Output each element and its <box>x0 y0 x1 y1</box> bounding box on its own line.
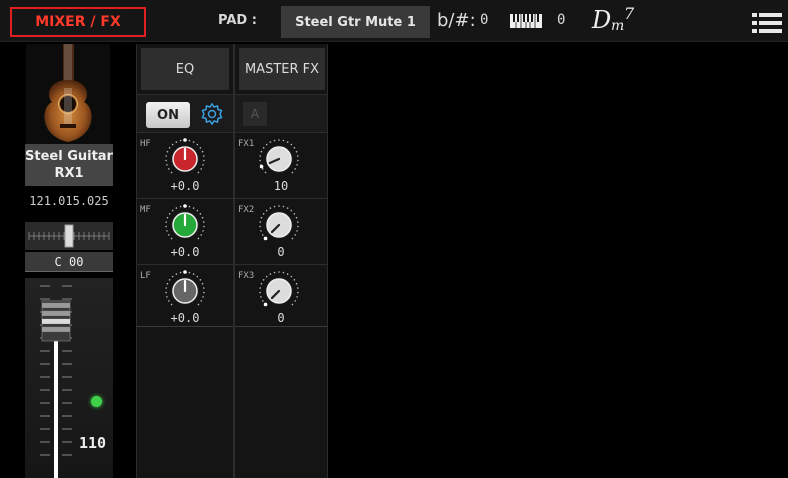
master-fx-panel: MASTER FX A FX1 10 FX2 0 FX3 0 <box>234 44 328 478</box>
eq-mf-label: MF <box>140 205 151 215</box>
volume-area: 110 <box>25 278 113 478</box>
eq-lf-cell: LF +0.0 <box>137 264 233 330</box>
pan-slider[interactable] <box>25 222 113 250</box>
fx-send-1-cell: FX1 10 <box>235 132 327 198</box>
eq-hf-knob[interactable] <box>163 135 207 179</box>
eq-hf-cell: HF +0.0 <box>137 132 233 198</box>
fx-send-1-value: 10 <box>273 179 289 193</box>
fx-send-2-knob[interactable] <box>257 201 301 245</box>
transpose-value: 0 <box>480 12 489 28</box>
menu-icon[interactable] <box>752 12 782 34</box>
fx-send-3-value: 0 <box>277 311 285 325</box>
fx-send-3-knob[interactable] <box>257 267 301 311</box>
instrument-name[interactable]: Steel Guitar RX1 <box>25 144 113 186</box>
fx-send-3-cell: FX3 0 <box>235 264 327 330</box>
fx-a-button[interactable]: A <box>243 102 267 126</box>
fx-send-3-label: FX3 <box>238 271 255 281</box>
chord-extension: 7 <box>624 4 635 23</box>
mixer-fx-tab[interactable]: MIXER / FX <box>10 7 146 37</box>
tab-eq[interactable]: EQ <box>141 48 229 90</box>
eq-mf-knob[interactable] <box>163 201 207 245</box>
eq-lf-knob[interactable] <box>163 267 207 311</box>
chord-root: D <box>592 6 612 34</box>
eq-panel: EQ ON HF +0.0 MF +0.0 LF +0.0 <box>136 44 234 478</box>
keyboard-icon <box>510 14 542 28</box>
fx-send-1-knob[interactable] <box>257 135 301 179</box>
fx-send-2-cell: FX2 0 <box>235 198 327 264</box>
eq-lf-value: +0.0 <box>170 311 200 325</box>
volume-value: 110 <box>79 434 107 452</box>
activity-led <box>91 396 102 407</box>
pad-label: PAD : <box>218 13 257 28</box>
tab-master-fx[interactable]: MASTER FX <box>239 48 325 90</box>
eq-hf-value: +0.0 <box>170 179 200 193</box>
channel-strip: Steel Guitar RX1 121.015.025 C 00 110 <box>22 44 116 478</box>
fx-send-2-value: 0 <box>277 245 285 259</box>
transpose-icon: b/#: <box>437 10 476 31</box>
octave-value: 0 <box>557 12 566 28</box>
gear-icon[interactable] <box>200 102 224 126</box>
eq-lf-label: LF <box>140 271 151 281</box>
eq-mf-cell: MF +0.0 <box>137 198 233 264</box>
top-bar: MIXER / FX PAD : Steel Gtr Mute 1 b/#: 0… <box>0 0 788 42</box>
eq-on-button[interactable]: ON <box>146 102 190 128</box>
pan-value: C 00 <box>25 252 113 272</box>
eq-mf-value: +0.0 <box>170 245 200 259</box>
bank-number: 121.015.025 <box>29 194 109 208</box>
fx-send-1-label: FX1 <box>238 139 255 149</box>
eq-hf-label: HF <box>140 139 151 149</box>
chord-quality: m <box>611 18 625 34</box>
guitar-image[interactable] <box>26 44 110 144</box>
pad-sound-name-button[interactable]: Steel Gtr Mute 1 <box>281 6 430 38</box>
fx-send-2-label: FX2 <box>238 205 255 215</box>
